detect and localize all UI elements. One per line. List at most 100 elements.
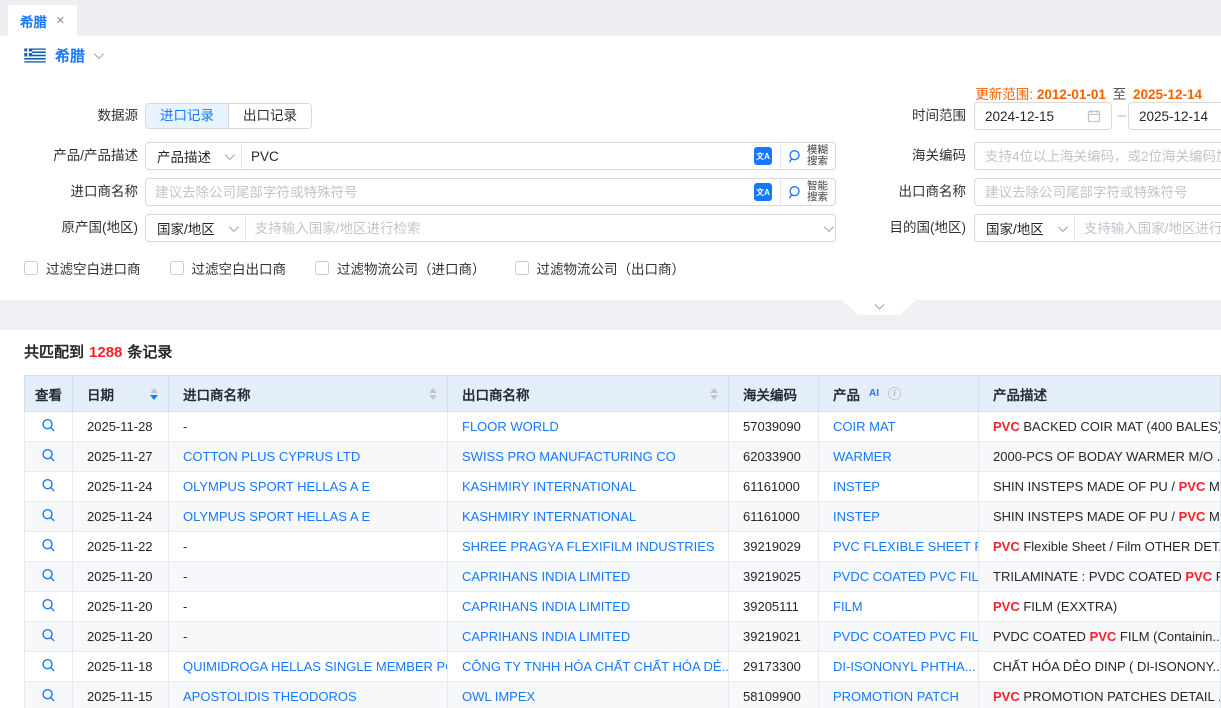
exporter-link[interactable]: FLOOR WORLD [448,412,729,442]
product-description: SHIN INSTEPS MADE OF PU / PVC M... [979,502,1221,532]
view-record-button[interactable] [25,682,73,708]
product-link[interactable]: PVDC COATED PVC FIL... [819,562,979,592]
view-record-button[interactable] [25,442,73,472]
importer-link[interactable]: OLYMPUS SPORT HELLAS A E [169,472,448,502]
importer-label: 进口商名称 [0,178,138,206]
search-icon [41,628,56,643]
product-input[interactable] [242,149,754,164]
importer-link[interactable]: COTTON PLUS CYPRUS LTD [169,442,448,472]
collapse-panel-button[interactable] [842,300,916,315]
origin-country-label: 原产国(地区) [0,214,138,242]
close-icon[interactable]: × [56,13,65,28]
translate-icon[interactable]: 文A [754,183,772,201]
table-row: 2025-11-20-CAPRIHANS INDIA LIMITED392190… [25,562,1221,592]
product-link[interactable]: INSTEP [819,502,979,532]
end-date-input[interactable]: 2025-12-14 [1128,102,1221,130]
product-link[interactable]: PVC FLEXIBLE SHEET F... [819,532,979,562]
exporter-link[interactable]: CAPRIHANS INDIA LIMITED [448,592,729,622]
calendar-icon [1087,109,1101,123]
importer-link[interactable]: OLYMPUS SPORT HELLAS A E [169,502,448,532]
view-record-button[interactable] [25,622,73,652]
import-records-tab[interactable]: 进口记录 [146,104,228,128]
record-date: 2025-11-20 [73,592,169,622]
table-row: 2025-11-24OLYMPUS SPORT HELLAS A EKASHMI… [25,472,1221,502]
importer-link[interactable]: QUIMIDROGA HELLAS SINGLE MEMBER PC [169,652,448,682]
origin-country-group: 国家/地区 [145,214,836,242]
importer-link: - [169,412,448,442]
destination-country-select[interactable]: 国家/地区 [975,215,1075,241]
search-icon [41,478,56,493]
hs-code: 61161000 [729,472,819,502]
product-description: PVC BACKED COIR MAT (400 BALES)... [979,412,1221,442]
product-link[interactable]: PROMOTION PATCH [819,682,979,708]
end-date-value: 2025-12-14 [1139,109,1208,124]
page-header[interactable]: 希腊 [24,45,101,66]
hs-code: 39219029 [729,532,819,562]
product-description: 2000-PCS OF BODAY WARMER M/O ... [979,442,1221,472]
product-description: CHẤT HÓA DẺO DINP ( DI-ISONONY... [979,652,1221,682]
filter-blank-exporter-checkbox[interactable]: 过滤空白出口商 [170,258,287,278]
origin-country-select[interactable]: 国家/地区 [146,215,246,241]
hs-code: 39219021 [729,622,819,652]
importer-link: - [169,562,448,592]
origin-country-input[interactable] [246,221,824,236]
sort-exporter-button[interactable] [710,388,718,400]
table-body: 2025-11-28-FLOOR WORLD57039090COIR MATPV… [25,412,1221,708]
importer-input[interactable] [146,185,754,200]
product-link[interactable]: DI-ISONONYL PHTHA... [819,652,979,682]
search-icon [788,149,803,164]
record-date: 2025-11-24 [73,502,169,532]
translate-icon[interactable]: 文A [754,147,772,165]
product-link[interactable]: FILM [819,592,979,622]
search-icon [41,568,56,583]
exporter-link[interactable]: CAPRIHANS INDIA LIMITED [448,622,729,652]
filter-blank-importer-checkbox[interactable]: 过滤空白进口商 [24,258,141,278]
hs-code: 58109900 [729,682,819,708]
col-date: 日期 [73,376,169,412]
exporter-link[interactable]: CÔNG TY TNHH HÓA CHẤT CHẤT HÓA DẺ... [448,652,729,682]
sort-date-button[interactable] [150,388,158,400]
product-description: PVC Flexible Sheet / Film OTHER DET... [979,532,1221,562]
start-date-input[interactable]: 2024-12-15 [974,102,1112,130]
view-record-button[interactable] [25,562,73,592]
search-icon [41,598,56,613]
exporter-input[interactable] [975,185,1221,200]
product-link[interactable]: PVDC COATED PVC FIL... [819,622,979,652]
tab-greece[interactable]: 希腊 × [8,5,77,36]
exporter-label: 出口商名称 [826,178,966,206]
col-hs-code: 海关编码 [729,376,819,412]
filter-logistics-exporter-checkbox[interactable]: 过滤物流公司（出口商） [515,258,686,278]
exporter-link[interactable]: CAPRIHANS INDIA LIMITED [448,562,729,592]
product-field-select[interactable]: 产品描述 [146,143,242,169]
update-range-to: 2025-12-14 [1133,87,1202,102]
chevron-down-icon [874,300,884,310]
view-record-button[interactable] [25,652,73,682]
exporter-link[interactable]: OWL IMPEX [448,682,729,708]
view-record-button[interactable] [25,532,73,562]
table-row: 2025-11-18QUIMIDROGA HELLAS SINGLE MEMBE… [25,652,1221,682]
view-record-button[interactable] [25,502,73,532]
col-product: 产品 AI i [819,376,979,412]
view-record-button[interactable] [25,472,73,502]
destination-country-input[interactable] [1075,221,1221,236]
view-record-button[interactable] [25,412,73,442]
product-link[interactable]: INSTEP [819,472,979,502]
chevron-down-icon [229,222,239,232]
exporter-link[interactable]: KASHMIRY INTERNATIONAL [448,472,729,502]
product-link[interactable]: COIR MAT [819,412,979,442]
chevron-down-icon [94,49,104,59]
hs-code-input[interactable] [975,149,1221,164]
sort-importer-button[interactable] [429,388,437,400]
importer-link[interactable]: APOSTOLIDIS THEODOROS [169,682,448,708]
exporter-link[interactable]: KASHMIRY INTERNATIONAL [448,502,729,532]
exporter-link[interactable]: SHREE PRAGYA FLEXIFILM INDUSTRIES [448,532,729,562]
view-record-button[interactable] [25,592,73,622]
filter-logistics-importer-checkbox[interactable]: 过滤物流公司（进口商） [315,258,486,278]
export-records-tab[interactable]: 出口记录 [228,104,311,128]
product-link[interactable]: WARMER [819,442,979,472]
record-date: 2025-11-27 [73,442,169,472]
update-range: 更新范围: 2012-01-01 至 2025-12-14 [975,83,1202,103]
info-icon[interactable]: i [888,387,901,400]
exporter-link[interactable]: SWISS PRO MANUFACTURING CO [448,442,729,472]
product-search-group: 产品描述 文A 模糊搜索 [145,142,836,170]
